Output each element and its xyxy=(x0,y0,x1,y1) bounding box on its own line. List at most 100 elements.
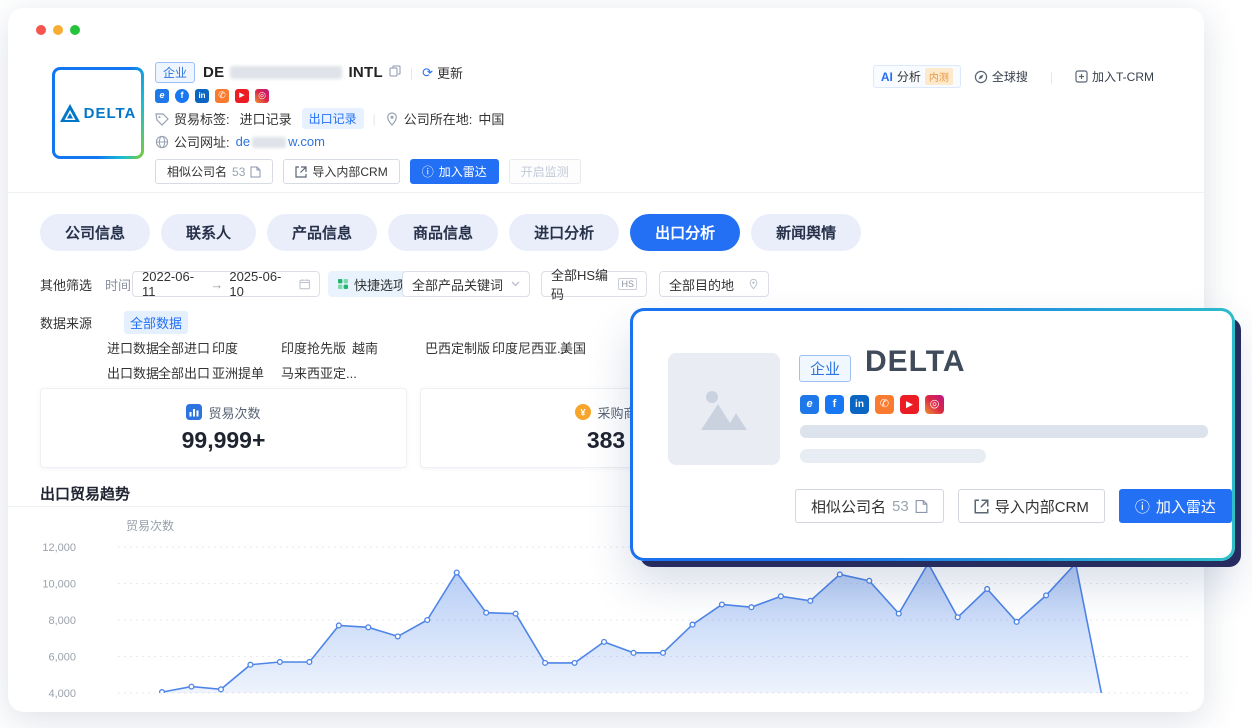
browser-icon[interactable]: e xyxy=(155,89,169,103)
similar-company-button[interactable]: 相似公司名 53 xyxy=(155,159,273,184)
data-point xyxy=(720,602,725,607)
data-source-all[interactable]: 全部数据 xyxy=(124,311,188,334)
data-source-option[interactable]: 印度 xyxy=(212,338,238,357)
data-source-label: 数据来源 xyxy=(40,313,92,332)
linkedin-icon[interactable]: in xyxy=(195,89,209,103)
trade-count-card: 贸易次数 99,999+ xyxy=(40,388,407,468)
linkedin-icon[interactable]: in xyxy=(850,395,869,414)
data-source-option[interactable]: 越南 xyxy=(352,338,378,357)
instagram-icon[interactable]: ◎ xyxy=(925,395,944,414)
data-point xyxy=(484,610,489,615)
window-minimize-button[interactable] xyxy=(53,25,63,35)
import-crm-button[interactable]: 导入内部CRM xyxy=(958,489,1105,523)
bar-chart-icon xyxy=(186,404,202,420)
website-label: 公司网址: xyxy=(174,132,230,151)
import-icon xyxy=(974,499,989,514)
stat-label: 贸易次数 xyxy=(208,403,260,422)
add-radar-button[interactable]: ⓘ 加入雷达 xyxy=(1119,489,1232,523)
info-circle-icon: ⓘ xyxy=(422,163,434,180)
window-close-button[interactable] xyxy=(36,25,46,35)
start-monitor-button[interactable]: 开启监测 xyxy=(509,159,581,184)
data-point xyxy=(778,594,783,599)
copy-icon[interactable] xyxy=(389,65,401,80)
data-point xyxy=(513,611,518,616)
phone-icon[interactable]: ✆ xyxy=(875,395,894,414)
data-point xyxy=(425,618,430,623)
facebook-icon[interactable]: f xyxy=(175,89,189,103)
data-point xyxy=(454,570,459,575)
image-placeholder-icon xyxy=(701,388,747,430)
data-source-option[interactable]: 美国 xyxy=(560,338,586,357)
data-source-row-label: 进口数据 xyxy=(107,338,159,357)
similar-company-button[interactable]: 相似公司名 53 xyxy=(795,489,944,523)
company-name-redacted xyxy=(230,66,342,79)
delta-triangle-icon xyxy=(60,104,80,122)
y-axis-tick: 8,000 xyxy=(48,615,76,627)
tab-公司信息[interactable]: 公司信息 xyxy=(40,214,150,251)
social-icons-row: efin ✆ ▶ ◎ xyxy=(155,89,269,103)
phone-icon[interactable]: ✆ xyxy=(215,89,229,103)
similar-doc-icon xyxy=(250,166,261,178)
location-pin-icon xyxy=(385,112,399,126)
browser-icon[interactable]: e xyxy=(800,395,819,414)
global-search-button[interactable]: 全球搜 xyxy=(974,68,1028,85)
product-keyword-select[interactable]: 全部产品关键词 xyxy=(402,271,530,297)
ai-analysis-button[interactable]: AI 分析 内测 xyxy=(873,65,961,88)
tab-新闻舆情[interactable]: 新闻舆情 xyxy=(751,214,861,251)
data-point xyxy=(1073,561,1078,566)
hs-badge-icon: HS xyxy=(618,278,637,290)
data-source-option[interactable]: 马来西亚定... xyxy=(281,363,357,382)
data-source-option[interactable]: 印度尼西亚... xyxy=(492,338,568,357)
add-t-crm-button[interactable]: 加入T-CRM xyxy=(1075,68,1154,85)
chart-title: 出口贸易趋势 xyxy=(40,483,130,504)
data-source-option[interactable]: 全部进口 xyxy=(158,338,210,357)
tab-产品信息[interactable]: 产品信息 xyxy=(267,214,377,251)
company-overlay-card: 企业 DELTA efin✆▶◎ 相似公司名 53 导入内部CRM ⓘ 加入雷达 xyxy=(630,308,1235,561)
other-filters-label[interactable]: 其他筛选 xyxy=(40,271,92,297)
tab-联系人[interactable]: 联系人 xyxy=(161,214,256,251)
data-source-option[interactable]: 巴西定制版 xyxy=(425,338,490,357)
refresh-icon[interactable]: ⟳ xyxy=(422,65,433,81)
skeleton-bar xyxy=(800,425,1208,438)
data-point xyxy=(336,623,341,628)
data-source-option[interactable]: 全部出口 xyxy=(158,363,210,382)
data-point xyxy=(926,561,931,566)
add-radar-button[interactable]: ⓘ 加入雷达 xyxy=(410,159,499,184)
website-link[interactable]: dew.com xyxy=(236,134,325,149)
stat-value: 383 xyxy=(587,427,625,454)
buyer-icon: ¥ xyxy=(575,404,591,420)
youtube-icon[interactable]: ▶ xyxy=(900,395,919,414)
data-point xyxy=(395,634,400,639)
data-point xyxy=(219,687,224,692)
divider: | xyxy=(1050,70,1053,84)
data-point xyxy=(867,578,872,583)
data-point xyxy=(1014,619,1019,624)
beta-badge: 内测 xyxy=(925,68,953,85)
data-source-option[interactable]: 亚洲提单 xyxy=(212,363,264,382)
date-arrow: → xyxy=(210,277,223,292)
data-point xyxy=(631,650,636,655)
refresh-label[interactable]: 更新 xyxy=(437,63,463,82)
window-maximize-button[interactable] xyxy=(70,25,80,35)
hs-code-input[interactable]: 全部HS编码 HS xyxy=(541,271,647,297)
trade-tag-export[interactable]: 出口记录 xyxy=(302,108,364,129)
header-divider xyxy=(8,192,1204,193)
divider: | xyxy=(373,112,376,126)
date-from: 2022-06-11 xyxy=(142,269,204,299)
date-to: 2025-06-10 xyxy=(229,269,292,299)
facebook-icon[interactable]: f xyxy=(825,395,844,414)
tab-出口分析[interactable]: 出口分析 xyxy=(630,214,740,251)
youtube-icon[interactable]: ▶ xyxy=(235,89,249,103)
tab-商品信息[interactable]: 商品信息 xyxy=(388,214,498,251)
data-point xyxy=(1103,709,1108,712)
data-source-option[interactable]: 印度抢先版 xyxy=(281,338,346,357)
trade-tag-import[interactable]: 进口记录 xyxy=(240,109,292,128)
destination-input[interactable]: 全部目的地 xyxy=(659,271,769,297)
instagram-icon[interactable]: ◎ xyxy=(255,89,269,103)
company-name-row: 企业 DE INTL | ⟳ 更新 xyxy=(155,62,504,83)
date-range-picker[interactable]: 2022-06-11 → 2025-06-10 xyxy=(132,271,320,297)
trade-tag-icon xyxy=(155,112,169,126)
import-crm-button[interactable]: 导入内部CRM xyxy=(283,159,399,184)
y-axis-tick: 12,000 xyxy=(42,542,76,554)
tab-进口分析[interactable]: 进口分析 xyxy=(509,214,619,251)
